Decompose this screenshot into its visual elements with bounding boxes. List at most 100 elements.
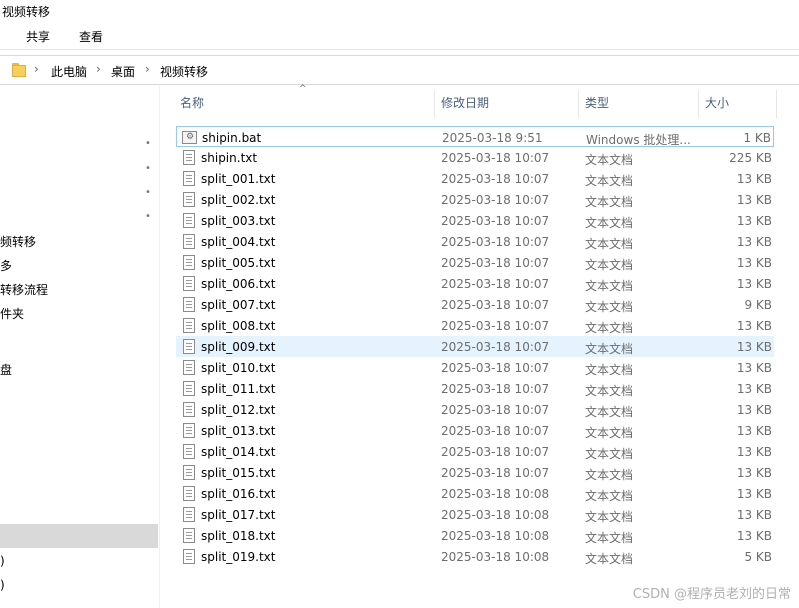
file-row[interactable]: split_009.txt 2025-03-18 10:07 文本文档 13 KB xyxy=(176,336,774,357)
file-row[interactable]: split_004.txt 2025-03-18 10:07 文本文档 13 KB xyxy=(176,231,774,252)
text-file-icon xyxy=(183,423,195,438)
tab-share[interactable]: 共享 xyxy=(26,28,50,45)
pin-icon[interactable]: • xyxy=(145,211,151,222)
file-modified-date: 2025-03-18 10:07 xyxy=(441,361,550,375)
file-size: 5 KB xyxy=(744,550,772,564)
breadcrumb-current-folder[interactable]: 视频转移 xyxy=(160,63,208,80)
file-row[interactable]: split_017.txt 2025-03-18 10:08 文本文档 13 KB xyxy=(176,504,774,525)
file-modified-date: 2025-03-18 10:07 xyxy=(441,424,550,438)
file-row[interactable]: shipin.txt 2025-03-18 10:07 文本文档 225 KB xyxy=(176,147,774,168)
nav-item[interactable]: 转移流程 xyxy=(0,281,48,298)
window-title: 视频转移 xyxy=(2,5,51,19)
ribbon: 共享 查看 xyxy=(0,22,799,50)
file-row[interactable]: split_001.txt 2025-03-18 10:07 文本文档 13 KB xyxy=(176,168,774,189)
file-row[interactable]: split_019.txt 2025-03-18 10:08 文本文档 5 KB xyxy=(176,546,774,567)
nav-item[interactable]: 多 xyxy=(0,257,12,274)
file-type: 文本文档 xyxy=(585,195,634,209)
file-size: 13 KB xyxy=(736,424,772,438)
file-type: 文本文档 xyxy=(585,552,634,566)
file-row[interactable]: split_011.txt 2025-03-18 10:07 文本文档 13 KB xyxy=(176,378,774,399)
file-row[interactable]: split_012.txt 2025-03-18 10:07 文本文档 13 KB xyxy=(176,399,774,420)
file-row[interactable]: split_013.txt 2025-03-18 10:07 文本文档 13 KB xyxy=(176,420,774,441)
file-row[interactable]: split_005.txt 2025-03-18 10:07 文本文档 13 KB xyxy=(176,252,774,273)
breadcrumb-desktop[interactable]: 桌面 xyxy=(111,63,135,80)
file-size: 13 KB xyxy=(736,277,772,291)
address-bar[interactable]: › 此电脑 › 桌面 › 视频转移 xyxy=(0,55,799,85)
tab-view[interactable]: 查看 xyxy=(79,28,103,45)
file-size: 13 KB xyxy=(736,193,772,207)
file-row[interactable]: split_015.txt 2025-03-18 10:07 文本文档 13 KB xyxy=(176,462,774,483)
file-name: split_012.txt xyxy=(201,403,276,417)
file-modified-date: 2025-03-18 10:08 xyxy=(441,487,550,501)
batch-file-icon: ⚙ xyxy=(182,131,197,144)
file-type: 文本文档 xyxy=(585,468,634,482)
file-type: 文本文档 xyxy=(585,531,634,545)
file-name: split_008.txt xyxy=(201,319,276,333)
file-row[interactable]: split_003.txt 2025-03-18 10:07 文本文档 13 KB xyxy=(176,210,774,231)
file-row[interactable]: ⚙ shipin.bat 2025-03-18 9:51 Windows 批处理...… xyxy=(176,126,774,147)
file-name: split_017.txt xyxy=(201,508,276,522)
file-row[interactable]: split_010.txt 2025-03-18 10:07 文本文档 13 KB xyxy=(176,357,774,378)
chevron-right-icon[interactable]: › xyxy=(96,62,101,76)
file-name: split_004.txt xyxy=(201,235,276,249)
text-file-icon xyxy=(183,297,195,312)
column-header-type[interactable]: 类型 xyxy=(585,94,609,111)
file-size: 13 KB xyxy=(736,487,772,501)
file-type: 文本文档 xyxy=(585,258,634,272)
file-row[interactable]: split_014.txt 2025-03-18 10:07 文本文档 13 KB xyxy=(176,441,774,462)
column-header-name[interactable]: 名称 xyxy=(180,94,204,111)
file-name: split_019.txt xyxy=(201,550,276,564)
text-file-icon xyxy=(183,339,195,354)
file-type: 文本文档 xyxy=(585,363,634,377)
column-header-date[interactable]: 修改日期 xyxy=(441,94,489,111)
text-file-icon xyxy=(183,402,195,417)
file-modified-date: 2025-03-18 10:07 xyxy=(441,340,550,354)
watermark: CSDN @程序员老刘的日常 xyxy=(632,587,791,602)
column-header-size[interactable]: 大小 xyxy=(705,94,729,111)
file-row[interactable]: split_006.txt 2025-03-18 10:07 文本文档 13 KB xyxy=(176,273,774,294)
file-row[interactable]: split_002.txt 2025-03-18 10:07 文本文档 13 KB xyxy=(176,189,774,210)
file-row[interactable]: split_007.txt 2025-03-18 10:07 文本文档 9 KB xyxy=(176,294,774,315)
column-divider[interactable] xyxy=(434,90,435,118)
column-divider[interactable] xyxy=(776,90,777,118)
file-size: 13 KB xyxy=(736,214,772,228)
nav-item-selected[interactable] xyxy=(0,524,158,548)
file-row[interactable]: split_016.txt 2025-03-18 10:08 文本文档 13 KB xyxy=(176,483,774,504)
file-row[interactable]: split_018.txt 2025-03-18 10:08 文本文档 13 KB xyxy=(176,525,774,546)
file-modified-date: 2025-03-18 10:07 xyxy=(441,445,550,459)
text-file-icon xyxy=(183,381,195,396)
chevron-right-icon[interactable]: › xyxy=(145,62,150,76)
file-type: 文本文档 xyxy=(585,279,634,293)
file-type: 文本文档 xyxy=(585,405,634,419)
nav-item[interactable]: 件夹 xyxy=(0,305,24,322)
nav-item[interactable]: ) xyxy=(0,554,5,568)
column-divider[interactable] xyxy=(698,90,699,118)
text-file-icon xyxy=(183,507,195,522)
column-divider[interactable] xyxy=(578,90,579,118)
nav-item[interactable]: ) xyxy=(0,578,5,592)
file-modified-date: 2025-03-18 10:07 xyxy=(441,214,550,228)
file-type: 文本文档 xyxy=(585,216,634,230)
breadcrumb-this-pc[interactable]: 此电脑 xyxy=(51,63,87,80)
nav-item[interactable]: 盘 xyxy=(0,361,12,378)
file-type: 文本文档 xyxy=(585,237,634,251)
file-name: shipin.txt xyxy=(201,151,258,165)
pin-icon[interactable]: • xyxy=(145,187,151,198)
file-row[interactable]: split_008.txt 2025-03-18 10:07 文本文档 13 KB xyxy=(176,315,774,336)
file-size: 13 KB xyxy=(736,340,772,354)
nav-item[interactable]: 频转移 xyxy=(0,233,36,250)
file-name: split_010.txt xyxy=(201,361,276,375)
file-type: 文本文档 xyxy=(585,384,634,398)
file-name: split_011.txt xyxy=(201,382,276,396)
file-modified-date: 2025-03-18 10:07 xyxy=(441,277,550,291)
pin-icon[interactable]: • xyxy=(145,163,151,174)
file-size: 1 KB xyxy=(743,131,771,145)
pin-icon[interactable]: • xyxy=(145,138,151,149)
file-modified-date: 2025-03-18 10:08 xyxy=(441,508,550,522)
file-size: 13 KB xyxy=(736,319,772,333)
file-name: split_003.txt xyxy=(201,214,276,228)
file-modified-date: 2025-03-18 9:51 xyxy=(442,131,543,145)
chevron-right-icon[interactable]: › xyxy=(34,62,39,76)
text-file-icon xyxy=(183,528,195,543)
file-name: split_002.txt xyxy=(201,193,276,207)
